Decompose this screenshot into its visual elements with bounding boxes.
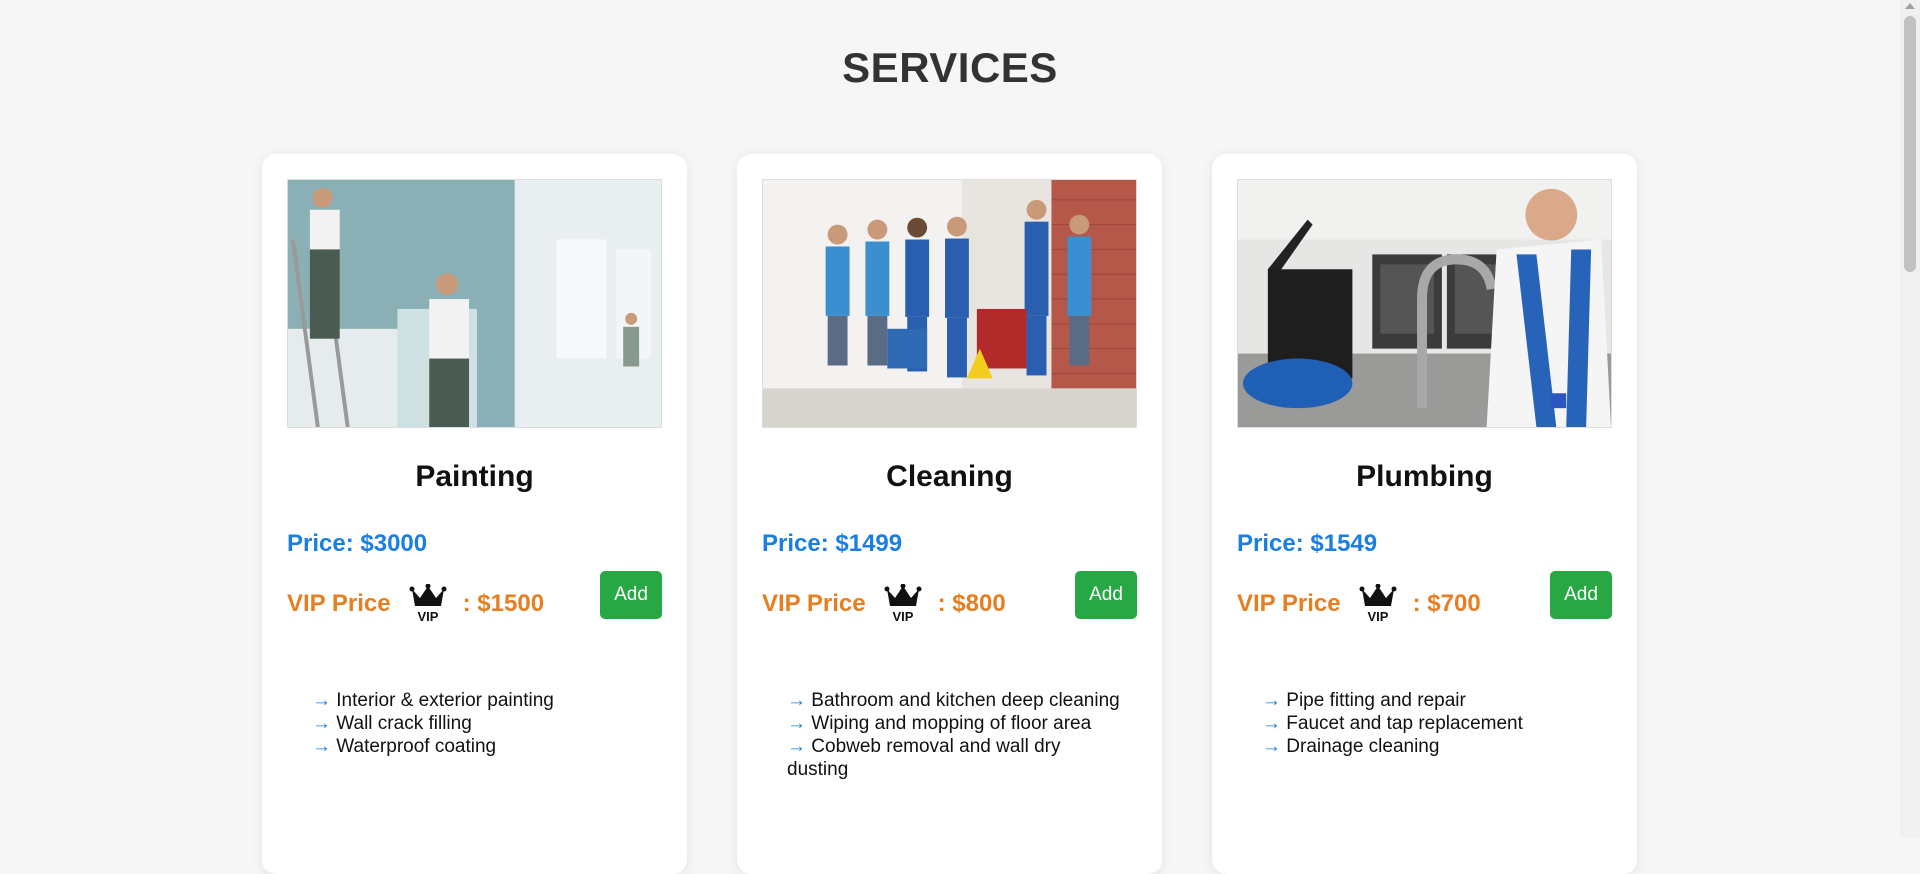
vip-price: : $1500: [462, 590, 545, 617]
price: Price: $1549: [1237, 530, 1378, 557]
vip-crown-icon: VIP: [1359, 584, 1397, 624]
vip-price: : $800: [937, 590, 1006, 617]
feature-list: → Pipe fitting and repair → Faucet and t…: [1262, 689, 1597, 758]
plumbing-image: [1237, 179, 1612, 428]
cleaning-image: [762, 179, 1137, 428]
feature-item: → Wall crack filling: [312, 713, 472, 734]
service-card-painting: Painting Price: $3000 VIP Price VIP : $1…: [262, 154, 687, 874]
arrow-right-icon: →: [787, 690, 806, 711]
feature-item: → Pipe fitting and repair: [1262, 690, 1466, 711]
feature-item: → Bathroom and kitchen deep cleaning: [787, 690, 1120, 711]
svg-text:VIP: VIP: [1367, 609, 1388, 624]
vip-crown-icon: VIP: [409, 584, 447, 624]
feature-item: → Drainage cleaning: [1262, 736, 1440, 757]
card-title: Painting: [415, 460, 534, 493]
arrow-right-icon: →: [312, 690, 331, 711]
scrollbar-thumb[interactable]: [1904, 16, 1916, 272]
feature-list: → Bathroom and kitchen deep cleaning → W…: [787, 689, 1122, 781]
vip-label: VIP Price: [762, 590, 866, 617]
feature-item: → Interior & exterior painting: [312, 690, 554, 711]
svg-text:VIP: VIP: [417, 609, 438, 624]
feature-list: → Interior & exterior painting → Wall cr…: [312, 689, 647, 758]
card-title: Plumbing: [1356, 460, 1493, 493]
svg-text:VIP: VIP: [892, 609, 913, 624]
vip-crown-icon: VIP: [884, 584, 922, 624]
vip-label: VIP Price: [287, 590, 391, 617]
price: Price: $3000: [287, 530, 428, 557]
price: Price: $1499: [762, 530, 903, 557]
feature-item: → Faucet and tap replacement: [1262, 713, 1523, 734]
add-button[interactable]: Add: [1075, 571, 1137, 619]
painting-photo: [288, 180, 661, 427]
page-title: SERVICES: [842, 44, 1058, 91]
cleaning-photo: [763, 180, 1136, 427]
scrollbar[interactable]: [1900, 0, 1920, 838]
service-card-cleaning: Cleaning Price: $1499 VIP Price VIP : $8…: [737, 154, 1162, 874]
feature-item: → Cobweb removal and wall dry dusting: [787, 736, 1061, 780]
arrow-right-icon: →: [312, 736, 331, 757]
vip-price: : $700: [1412, 590, 1481, 617]
arrow-right-icon: →: [787, 713, 806, 734]
arrow-right-icon: →: [1262, 736, 1281, 757]
arrow-right-icon: →: [312, 713, 331, 734]
painting-image: [287, 179, 662, 428]
arrow-right-icon: →: [787, 736, 806, 757]
vip-label: VIP Price: [1237, 590, 1341, 617]
add-button[interactable]: Add: [600, 571, 662, 619]
plumbing-photo: [1238, 180, 1611, 427]
service-card-plumbing: Plumbing Price: $1549 VIP Price VIP : $7…: [1212, 154, 1637, 874]
arrow-right-icon: →: [1262, 713, 1281, 734]
feature-item: → Waterproof coating: [312, 736, 497, 757]
card-title: Cleaning: [886, 460, 1013, 493]
add-button[interactable]: Add: [1550, 571, 1612, 619]
scroll-up-arrow-icon[interactable]: [1905, 3, 1915, 9]
feature-item: → Wiping and mopping of floor area: [787, 713, 1092, 734]
service-cards: Painting Price: $3000 VIP Price VIP : $1…: [262, 154, 1637, 874]
arrow-right-icon: →: [1262, 690, 1281, 711]
